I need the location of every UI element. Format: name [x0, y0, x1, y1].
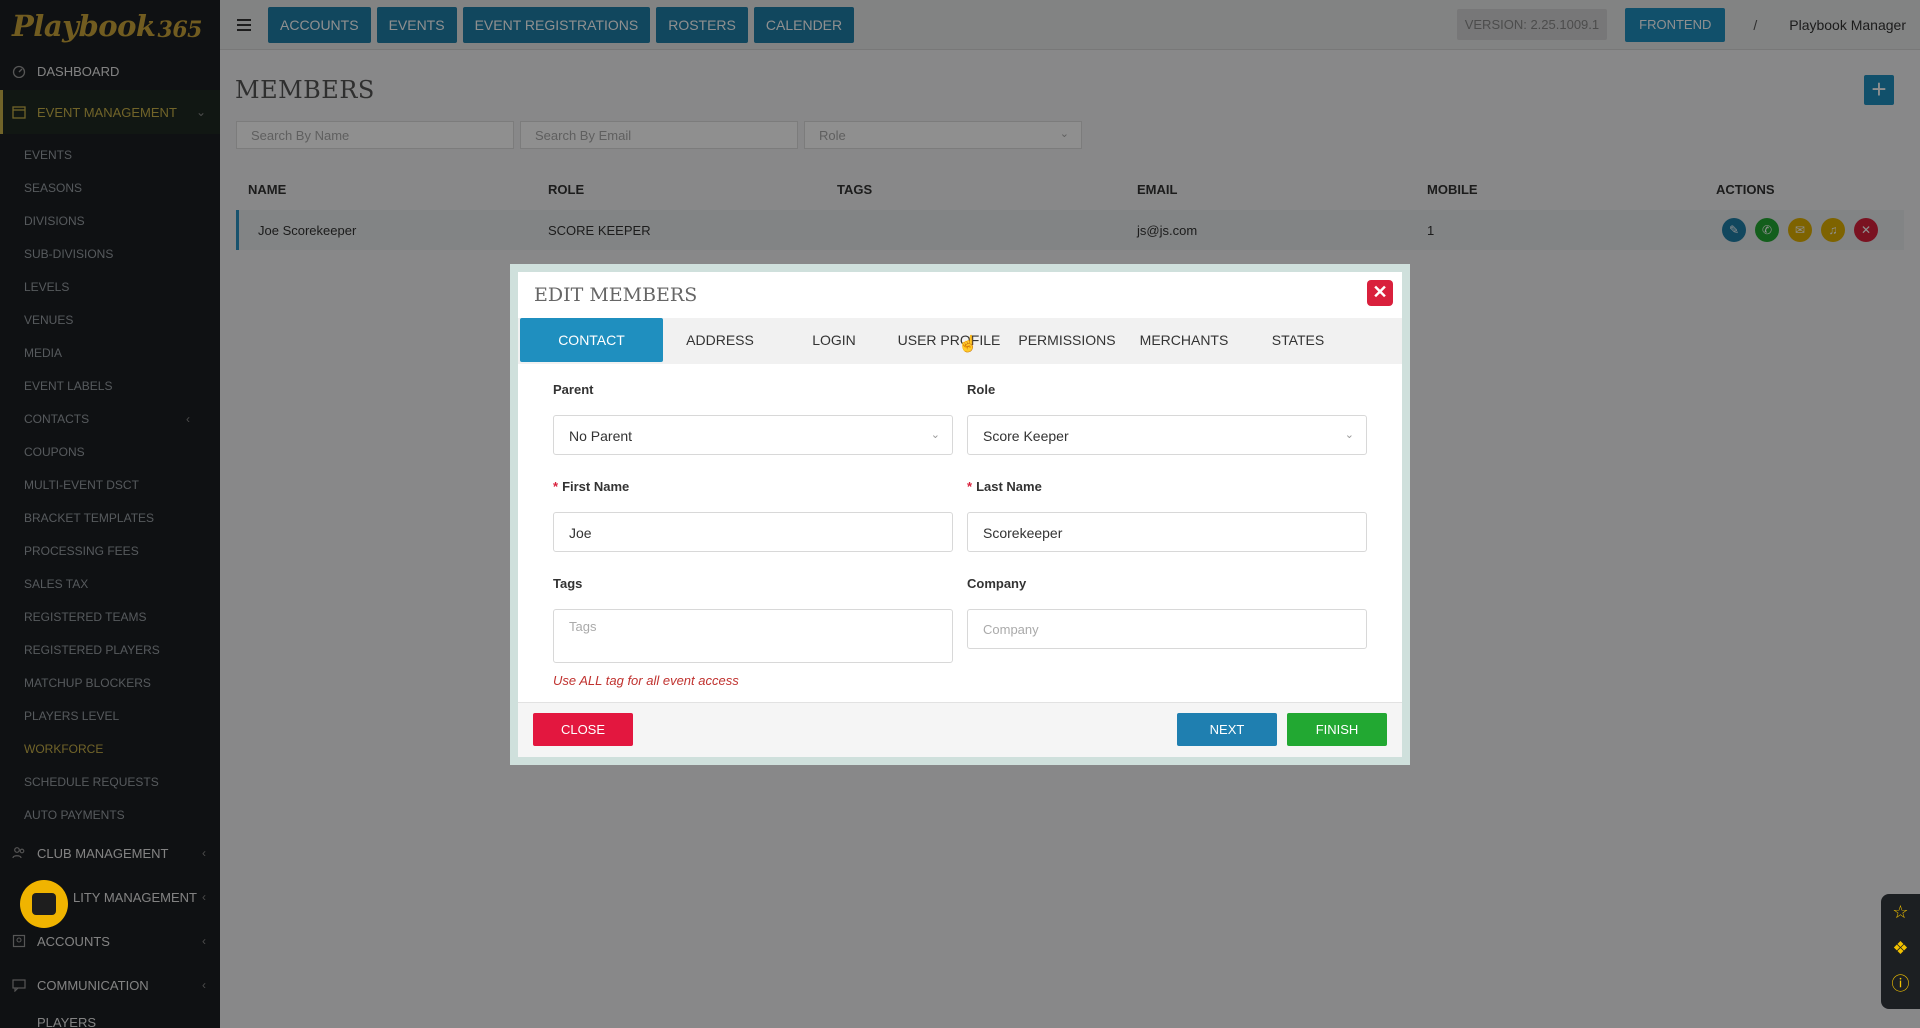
company-label: Company [967, 576, 1027, 591]
tab-address[interactable]: ADDRESS [666, 318, 774, 362]
role-value: Score Keeper [983, 428, 1069, 444]
close-icon[interactable]: ✕ [1367, 280, 1393, 306]
side-toolbar: ☆ ❖ ⓘ [1881, 894, 1920, 1009]
required-mark: * [967, 479, 973, 494]
tab-login[interactable]: LOGIN [780, 318, 888, 362]
tags-textarea[interactable]: Tags [553, 609, 953, 663]
help-icon[interactable]: ⓘ [1881, 966, 1920, 1002]
role-label: Role [967, 382, 996, 397]
first-name-field[interactable]: Joe [553, 512, 953, 552]
tab-states[interactable]: STATES [1246, 318, 1350, 362]
parent-select[interactable]: No Parent ⌄ [553, 415, 953, 455]
parent-label: Parent [553, 382, 594, 397]
close-button[interactable]: CLOSE [533, 713, 633, 746]
tab-contact[interactable]: CONTACT [520, 318, 663, 362]
broadcast-icon[interactable]: ❖ [1881, 930, 1920, 966]
parent-value: No Parent [569, 428, 633, 444]
chat-widget-button[interactable] [20, 880, 68, 928]
tags-hint: Use ALL tag for all event access [553, 673, 739, 688]
company-field[interactable]: Company [967, 609, 1367, 649]
chevron-down-icon: ⌄ [930, 429, 940, 441]
last-name-label-text: Last Name [976, 479, 1042, 494]
next-button[interactable]: NEXT [1177, 713, 1277, 746]
tab-user-profile[interactable]: USER PROFILE [894, 318, 1004, 362]
modal-title: EDIT MEMBERS [534, 284, 698, 306]
hand-cursor-icon: ☝ [958, 336, 978, 353]
first-name-label-text: First Name [562, 479, 630, 494]
required-mark: * [553, 479, 559, 494]
star-icon[interactable]: ☆ [1881, 894, 1920, 930]
chat-icon [32, 893, 56, 915]
modal-footer: CLOSE NEXT FINISH [518, 702, 1402, 757]
finish-button[interactable]: FINISH [1287, 713, 1387, 746]
role-select[interactable]: Score Keeper ⌄ [967, 415, 1367, 455]
last-name-field[interactable]: Scorekeeper [967, 512, 1367, 552]
tags-label: Tags [553, 576, 583, 591]
last-name-label: * Last Name [967, 479, 1042, 494]
tab-permissions[interactable]: PERMISSIONS [1012, 318, 1122, 362]
tab-merchants[interactable]: MERCHANTS [1130, 318, 1238, 362]
chevron-down-icon: ⌄ [1344, 429, 1354, 441]
first-name-label: * First Name [553, 479, 629, 494]
